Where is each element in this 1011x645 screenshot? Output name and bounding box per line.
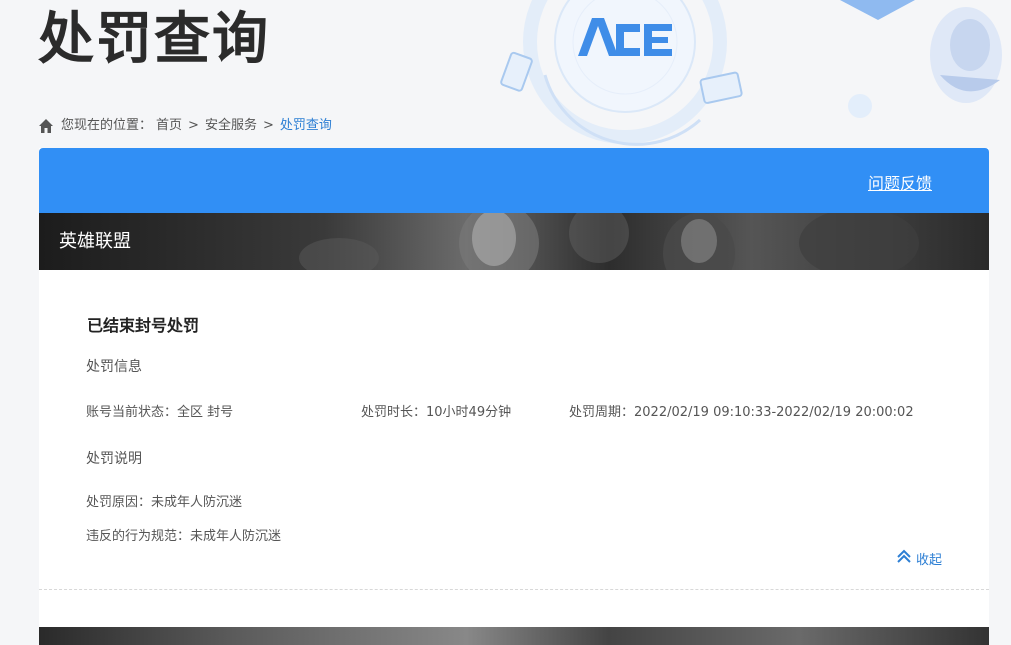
punishment-panel: 问题反馈 英雄联盟 已结束封号处罚 处罚信息 账号当前状态：全区 封号 处罚时长… [39, 148, 989, 645]
home-icon[interactable] [38, 118, 54, 134]
punishment-record: 已结束封号处罚 处罚信息 账号当前状态：全区 封号 处罚时长：10小时49分钟 … [39, 270, 989, 590]
page-title: 处罚查询 [38, 7, 270, 72]
record-title: 已结束封号处罚 [87, 316, 200, 335]
period-label: 处罚周期： [569, 405, 635, 420]
reason-item: 处罚原因：未成年人防沉迷 [86, 491, 242, 510]
rule-label: 违反的行为规范： [86, 529, 191, 544]
breadcrumb-separator: > [262, 118, 274, 133]
status-item: 账号当前状态：全区 封号 [86, 401, 233, 420]
breadcrumb-item-security[interactable]: 安全服务 [205, 117, 257, 135]
breadcrumb-prefix: 您现在的位置： [61, 118, 153, 133]
breadcrumb: 您现在的位置： 首页 > 安全服务 > 处罚查询 [38, 117, 332, 135]
period-value: 2022/02/19 09:10:33-2022/02/19 20:00:02 [634, 405, 914, 420]
rule-value: 未成年人防沉迷 [190, 529, 282, 544]
reason-label: 处罚原因： [86, 495, 152, 510]
duration-label: 处罚时长： [361, 405, 427, 420]
description-heading: 处罚说明 [86, 451, 142, 467]
collapse-button[interactable]: 收起 [896, 548, 942, 568]
panel-header: 问题反馈 [39, 148, 989, 213]
next-game-banner [39, 627, 989, 645]
duration-value: 10小时49分钟 [426, 405, 512, 420]
game-banner: 英雄联盟 [39, 213, 989, 270]
status-label: 账号当前状态： [86, 405, 178, 420]
game-banner-art [299, 213, 919, 270]
reason-value: 未成年人防沉迷 [151, 495, 243, 510]
breadcrumb-item-current[interactable]: 处罚查询 [280, 117, 332, 135]
duration-item: 处罚时长：10小时49分钟 [361, 401, 511, 420]
collapse-label: 收起 [915, 552, 942, 568]
feedback-link[interactable]: 问题反馈 [868, 170, 932, 194]
game-name: 英雄联盟 [59, 231, 131, 252]
breadcrumb-item-home[interactable]: 首页 [156, 117, 182, 135]
status-value: 全区 封号 [177, 405, 234, 420]
info-heading: 处罚信息 [86, 359, 142, 375]
breadcrumb-separator: > [188, 118, 199, 133]
period-item: 处罚周期：2022/02/19 09:10:33-2022/02/19 20:0… [569, 401, 914, 420]
double-chevron-up-icon [896, 548, 912, 568]
rule-item: 违反的行为规范：未成年人防沉迷 [86, 525, 281, 544]
